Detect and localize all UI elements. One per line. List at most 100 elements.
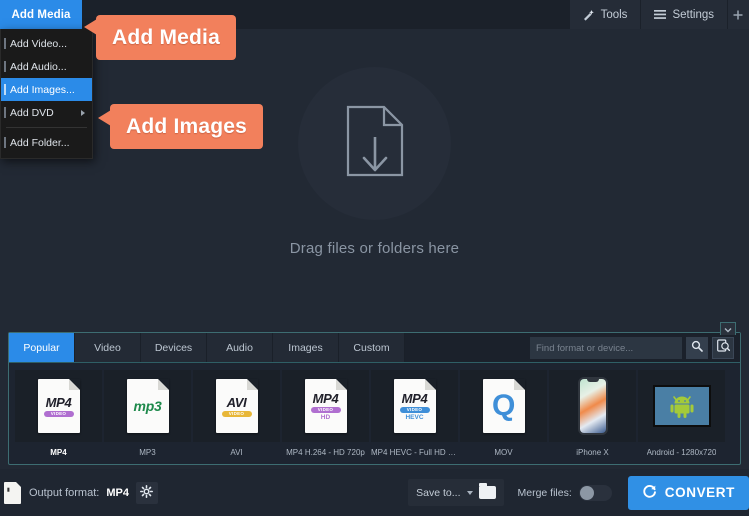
format-tile-label: iPhone X xyxy=(576,448,609,457)
format-tab-label: Custom xyxy=(353,341,390,354)
output-format-label: Output format: xyxy=(29,486,100,499)
menu-item-add-dvd[interactable]: Add DVD xyxy=(1,101,92,124)
sheet-bar-text: VIDEO xyxy=(43,410,74,417)
format-tab-label: Images xyxy=(288,341,323,354)
callout-tail xyxy=(84,19,97,35)
format-tab-label: Video xyxy=(94,341,121,354)
sheet-bar-text: VIDEO xyxy=(310,406,341,413)
menu-item-marker xyxy=(4,84,6,95)
drop-zone-label: Drag files or folders here xyxy=(289,240,460,257)
menu-item-marker xyxy=(4,61,6,72)
sheet-main-text: AVI xyxy=(226,394,247,410)
android-icon xyxy=(652,385,711,427)
menu-item-label: Add Video... xyxy=(10,37,68,50)
format-tile-mp4-h264-hd720p[interactable]: MP4 VIDEO HD MP4 H.264 - HD 720p xyxy=(282,370,369,457)
format-tile-thumb xyxy=(549,370,636,442)
menu-item-add-folder[interactable]: Add Folder... xyxy=(1,131,92,154)
callout-add-images: Add Images xyxy=(98,104,264,149)
output-settings-button[interactable] xyxy=(135,481,158,504)
format-tile-avi[interactable]: AVI VIDEO AVI xyxy=(193,370,280,457)
format-tab-video[interactable]: Video xyxy=(75,333,141,362)
search-submit-button[interactable] xyxy=(686,337,708,359)
format-tile-label: MP4 HEVC - Full HD 1... xyxy=(371,448,458,457)
callout-tail xyxy=(98,110,111,126)
folder-icon[interactable] xyxy=(478,483,496,499)
avi-file-icon: AVI VIDEO xyxy=(215,379,258,433)
output-file-icon: ▮ xyxy=(4,481,21,504)
format-tile-android-1280x720[interactable]: Android - 1280x720 xyxy=(638,370,725,457)
callout-add-media: Add Media xyxy=(84,15,236,60)
convert-button-label: CONVERT xyxy=(664,485,735,500)
tools-button-label: Tools xyxy=(600,8,628,21)
format-tile-thumb: AVI VIDEO xyxy=(193,370,280,442)
chevron-right-icon xyxy=(81,109,85,116)
advanced-search-button[interactable] xyxy=(712,337,734,359)
mp4-hevc-file-icon: MP4 VIDEO HEVC xyxy=(393,379,436,433)
format-tabs: Popular Video Devices Audio Images Custo… xyxy=(9,333,740,363)
format-tile-thumb xyxy=(638,370,725,442)
format-tile-mp4[interactable]: MP4 VIDEO MP4 xyxy=(15,370,102,457)
menu-item-label: Add Folder... xyxy=(10,136,70,149)
iphone-icon xyxy=(577,377,608,435)
format-tile-mp3[interactable]: mp3 MP3 xyxy=(104,370,191,457)
format-tab-popular[interactable]: Popular xyxy=(9,333,75,362)
movavi-video-converter-window: Add Media Tools Settings Drag files or f… xyxy=(0,0,749,516)
menu-item-add-images[interactable]: Add Images... xyxy=(1,78,92,101)
merge-files-toggle[interactable] xyxy=(578,484,612,501)
output-file-icon-glyph: ▮ xyxy=(7,486,10,493)
sheet-main-text: Q xyxy=(491,389,516,422)
menu-item-label: Add Audio... xyxy=(10,60,67,73)
output-format-group: Output format: MP4 xyxy=(29,481,158,504)
format-tile-thumb: mp3 xyxy=(104,370,191,442)
format-tile-label: MP4 xyxy=(50,448,67,457)
add-media-button[interactable]: Add Media xyxy=(0,0,82,29)
sheet-sub-text: HD xyxy=(320,413,331,421)
menu-item-label: Add Images... xyxy=(10,83,75,96)
drop-zone-circle xyxy=(298,67,451,220)
format-tile-label: AVI xyxy=(230,448,243,457)
format-tile-iphone-x[interactable]: iPhone X xyxy=(549,370,636,457)
tools-button[interactable]: Tools xyxy=(568,0,641,29)
merge-files-label: Merge files: xyxy=(517,486,572,499)
menu-item-add-audio[interactable]: Add Audio... xyxy=(1,55,92,78)
sheet-main-text: MP4 xyxy=(312,390,339,406)
overflow-button[interactable] xyxy=(727,0,749,29)
convert-button[interactable]: CONVERT xyxy=(627,475,749,510)
format-tab-devices[interactable]: Devices xyxy=(141,333,207,362)
format-tile-thumb: MP4 VIDEO HD xyxy=(282,370,369,442)
format-tab-images[interactable]: Images xyxy=(273,333,339,362)
menu-item-marker xyxy=(4,107,6,118)
save-to-dropdown[interactable]: Save to... xyxy=(408,479,504,506)
collapse-panel-button[interactable] xyxy=(720,322,736,335)
format-search-box[interactable] xyxy=(530,337,682,359)
bottom-toolbar: ▮ Output format: MP4 Save to... Merge fi… xyxy=(0,469,749,516)
menu-item-add-video[interactable]: Add Video... xyxy=(1,32,92,55)
gear-icon xyxy=(140,484,154,501)
format-tile-label: MOV xyxy=(494,448,513,457)
refresh-icon xyxy=(642,484,657,502)
format-tile-thumb: Q xyxy=(460,370,547,442)
format-tile-label: MP3 xyxy=(139,448,156,457)
add-media-dropdown-menu: Add Video... Add Audio... Add Images... … xyxy=(0,29,93,159)
plus-icon xyxy=(733,10,743,20)
sheet-sub-text: HEVC xyxy=(405,413,424,421)
format-tab-label: Popular xyxy=(23,341,60,354)
format-tile-mp4-hevc-fullhd[interactable]: MP4 VIDEO HEVC MP4 HEVC - Full HD 1... xyxy=(371,370,458,457)
drop-zone[interactable]: Drag files or folders here xyxy=(0,29,749,329)
format-tile-label: Android - 1280x720 xyxy=(646,448,717,457)
format-tab-custom[interactable]: Custom xyxy=(339,333,405,362)
settings-button[interactable]: Settings xyxy=(640,0,727,29)
magic-wand-icon xyxy=(583,9,595,21)
menu-item-marker xyxy=(4,38,6,49)
format-tab-audio[interactable]: Audio xyxy=(207,333,273,362)
format-tab-label: Devices xyxy=(154,341,193,354)
mp3-file-icon: mp3 xyxy=(126,379,169,433)
search-input[interactable] xyxy=(536,342,676,354)
output-format-value: MP4 xyxy=(106,486,129,499)
menu-item-marker xyxy=(4,137,6,148)
file-download-icon xyxy=(344,104,406,183)
toggle-knob xyxy=(579,485,594,500)
format-tile-thumb: MP4 VIDEO xyxy=(15,370,102,442)
format-tile-mov[interactable]: Q MOV xyxy=(460,370,547,457)
save-to-label: Save to... xyxy=(416,486,461,499)
